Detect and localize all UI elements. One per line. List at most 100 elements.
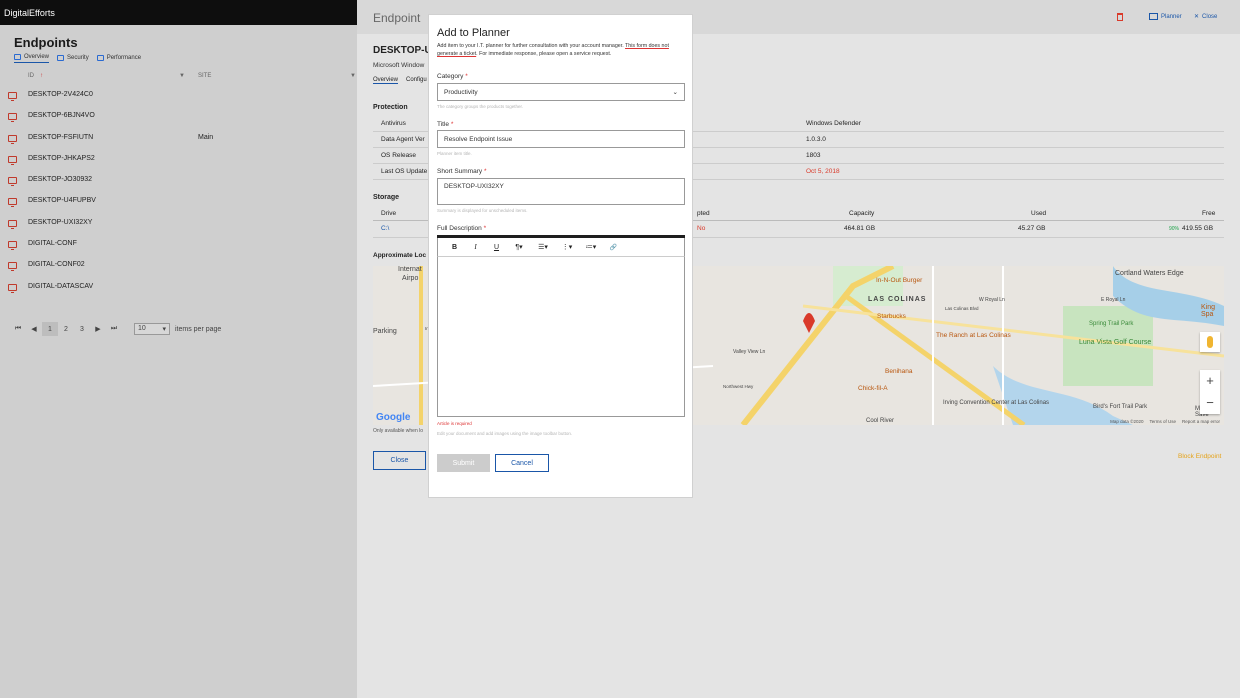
paragraph-format-dropdown[interactable]: ¶▾ [507, 243, 531, 251]
zoom-out-button[interactable]: − [1200, 392, 1220, 414]
summary-label: Short Summary * [437, 168, 487, 175]
editor-hint: Edit your document and add images using … [437, 431, 573, 436]
chevron-down-icon: ⌄ [672, 89, 678, 96]
free-percent-badge: 90% [1169, 226, 1180, 232]
computer-icon [8, 198, 17, 207]
map-poi[interactable]: The Ranch at Las Colinas [936, 332, 1011, 339]
map-poi[interactable]: Starbucks [877, 313, 906, 320]
location-note: Only available when lo [373, 428, 424, 434]
monitor-icon [14, 54, 21, 60]
list-item[interactable]: DESKTOP-U4FUPBV [0, 193, 357, 214]
list-item[interactable]: DIGITAL-CONF [0, 236, 357, 257]
submit-button[interactable]: Submit [437, 454, 490, 472]
column-site[interactable]: SITE [198, 73, 211, 79]
google-logo: Google [376, 412, 411, 423]
title-input[interactable]: Resolve Endpoint Issue [437, 130, 685, 148]
page-button[interactable]: 3 [74, 322, 90, 336]
page-title: Endpoints [14, 35, 78, 50]
map-poi[interactable]: Chick-fil-A [858, 385, 888, 392]
filter-icon[interactable]: ▼ [179, 73, 185, 79]
list-item[interactable]: DESKTOP-6BJN4VO [0, 108, 357, 129]
bold-button[interactable]: B [444, 244, 465, 251]
filter-icon[interactable]: ▼ [350, 73, 356, 79]
dialog-title: Add to Planner [437, 27, 510, 39]
dialog-description: Add item to your I.T. planner for furthe… [437, 43, 669, 57]
column-id[interactable]: ID [28, 73, 34, 79]
map-poi[interactable]: In-N-Out Burger [876, 277, 922, 284]
detail-tabs: Overview Configu [373, 77, 427, 84]
link-icon[interactable]: 🔗 [603, 244, 624, 251]
computer-icon [8, 156, 17, 165]
list-item[interactable]: DESKTOP-JO30932 [0, 172, 357, 193]
title-label: Title * [437, 121, 454, 128]
computer-icon [8, 220, 17, 229]
ordered-list-dropdown[interactable]: ⋮▾ [555, 243, 579, 251]
validation-error: Article is required [437, 421, 472, 426]
endpoints-list-panel: Endpoints Overview Security Performance … [0, 25, 357, 698]
close-panel-button[interactable]: ✕ Close [1194, 13, 1217, 21]
list-item[interactable]: DIGITAL-DATASCAV [0, 279, 357, 300]
prev-page-button[interactable]: ◀ [26, 322, 42, 336]
list-column-headers: ID ↑ ▼ SITE ▼ [14, 73, 357, 83]
street-view-icon[interactable] [1200, 332, 1220, 352]
list-item[interactable]: DESKTOP-2V424C0 [0, 87, 357, 108]
sort-arrow-icon: ↑ [40, 73, 43, 79]
add-to-planner-dialog: Add to Planner Add item to your I.T. pla… [428, 14, 693, 498]
list-item[interactable]: DIGITAL-CONF02 [0, 257, 357, 278]
page-button[interactable]: 1 [42, 322, 58, 336]
category-label: Category * [437, 73, 468, 80]
pagination: ⏮ ◀ 1 2 3 ▶ ⏭ 10 ▾ items per page [10, 322, 221, 336]
list-item[interactable]: DESKTOP-UXI32XY [0, 215, 357, 236]
computer-icon [8, 241, 17, 250]
cancel-button[interactable]: Cancel [495, 454, 549, 472]
protection-heading: Protection [373, 104, 408, 111]
computer-icon [8, 135, 17, 144]
map-poi[interactable]: Benihana [885, 368, 912, 375]
map-zoom-control: + − [1200, 370, 1220, 414]
block-endpoint-link[interactable]: Block Endpoint [1178, 453, 1221, 460]
underline-button[interactable]: U [486, 244, 507, 251]
category-hint: The category groups the products togethe… [437, 104, 524, 109]
tab-overview[interactable]: Overview [14, 54, 50, 63]
detail-title: Endpoint [373, 11, 421, 25]
planner-button[interactable]: Planner [1149, 13, 1182, 20]
trash-icon[interactable] [1117, 13, 1123, 21]
close-button[interactable]: Close [373, 451, 426, 470]
italic-button[interactable]: I [465, 243, 486, 251]
computer-icon [8, 284, 17, 293]
tab-performance[interactable]: Performance [96, 54, 141, 63]
storage-heading: Storage [373, 194, 400, 201]
page-button[interactable]: 2 [58, 322, 74, 336]
drive-link[interactable]: C:\ [381, 225, 389, 232]
bulleted-list-dropdown[interactable]: ≔▾ [579, 243, 603, 251]
next-page-button[interactable]: ▶ [90, 322, 106, 336]
category-select[interactable]: Productivity ⌄ [437, 83, 685, 101]
per-page-select[interactable]: 10 ▾ [134, 323, 170, 335]
location-heading: Approximate Loc [373, 252, 427, 259]
summary-textarea[interactable]: DESKTOP-UXI32XY [437, 178, 685, 205]
first-page-button[interactable]: ⏮ [10, 322, 26, 336]
computer-icon [8, 262, 17, 271]
tab-configuration[interactable]: Configu [406, 77, 427, 84]
chevron-down-icon: ▾ [162, 326, 166, 333]
gauge-icon [96, 54, 104, 61]
editor-toolbar: B I U ¶▾ ☰▾ ⋮▾ ≔▾ 🔗 [437, 238, 685, 257]
last-page-button[interactable]: ⏭ [106, 322, 122, 336]
list-item[interactable]: DESKTOP-JHKAPS2 [0, 151, 357, 172]
lock-icon [57, 54, 65, 61]
description-label: Full Description * [437, 225, 487, 232]
computer-icon [8, 113, 17, 122]
brand-name: DigitalEfforts [4, 8, 55, 18]
description-editor[interactable] [437, 257, 685, 417]
align-dropdown[interactable]: ☰▾ [531, 243, 555, 251]
tab-security[interactable]: Security [57, 54, 89, 63]
device-subtitle: Microsoft Window [373, 62, 425, 69]
list-tabs: Overview Security Performance [14, 54, 141, 63]
computer-icon [8, 92, 17, 101]
tab-overview[interactable]: Overview [373, 77, 399, 84]
list-item[interactable]: DESKTOP-FSFIUTN Main [0, 130, 357, 151]
computer-icon [8, 177, 17, 186]
app-topbar: DigitalEfforts [0, 0, 357, 25]
zoom-in-button[interactable]: + [1200, 370, 1220, 392]
map-footer: Map data ©2020 Terms of Use Report a map… [1110, 419, 1220, 424]
